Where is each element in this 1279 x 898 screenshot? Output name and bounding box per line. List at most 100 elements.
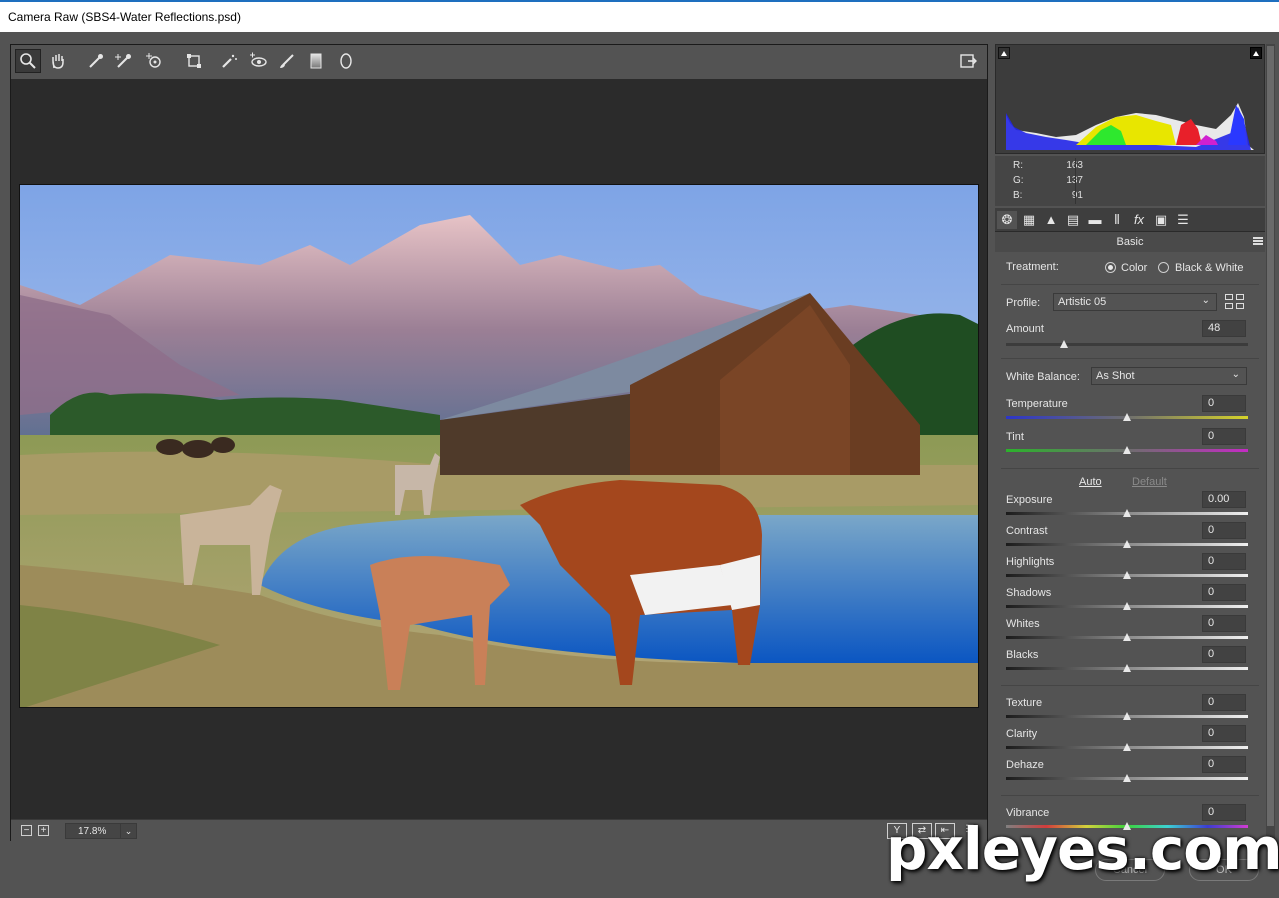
profile-browser-icon[interactable] (1225, 294, 1245, 310)
red-eye-tool-icon[interactable] (245, 49, 271, 73)
status-bar: − + 17.8% ⌄ Y ⇄ ⇤ ☰ (11, 819, 987, 841)
hand-tool-icon[interactable] (45, 49, 71, 73)
zoom-tool-icon[interactable] (15, 49, 41, 73)
contrast-slider-thumb[interactable] (1123, 540, 1131, 548)
white-balance-select[interactable]: As Shot ⌄ (1091, 367, 1247, 385)
image-preview[interactable] (19, 184, 979, 708)
zoom-in-button[interactable]: + (38, 825, 49, 836)
zoom-level-select[interactable]: 17.8% ⌄ (65, 823, 137, 839)
whites-field[interactable]: 0 (1202, 615, 1246, 632)
divider (1001, 468, 1259, 469)
shadow-clipping-warning-icon[interactable] (998, 47, 1010, 59)
contrast-field[interactable]: 0 (1202, 522, 1246, 539)
amount-slider-track[interactable] (1006, 343, 1248, 346)
green-readout: G:137 (1013, 175, 1083, 186)
adjustment-brush-tool-icon[interactable] (274, 49, 300, 73)
tab-basic-icon[interactable]: ❂ (997, 211, 1017, 229)
spot-removal-tool-icon[interactable] (216, 49, 242, 73)
readout-divider (1075, 158, 1076, 204)
tab-effects-icon[interactable]: fx (1129, 211, 1149, 229)
tint-slider-thumb[interactable] (1123, 446, 1131, 454)
white-balance-label: White Balance: (1006, 371, 1080, 383)
red-readout: R:163 (1013, 160, 1083, 171)
amount-label: Amount (1006, 323, 1044, 335)
amount-field[interactable]: 48 (1202, 320, 1246, 337)
temperature-label: Temperature (1006, 398, 1068, 410)
highlight-clipping-warning-icon[interactable] (1250, 47, 1262, 59)
exposure-slider-thumb[interactable] (1123, 509, 1131, 517)
profile-label: Profile: (1006, 297, 1041, 309)
shadows-slider-thumb[interactable] (1123, 602, 1131, 610)
panel-tabs: ❂ ▦ ▲ ▤ ▬ ⦀ fx ▣ ☰ (995, 208, 1265, 232)
graduated-filter-tool-icon[interactable] (303, 49, 329, 73)
adjustments-panel: R:163 G:137 B:91 ❂ ▦ ▲ ▤ ▬ ⦀ fx ▣ ☰ Basi… (993, 44, 1275, 841)
rgb-readout: R:163 G:137 B:91 (995, 156, 1265, 206)
profile-value: Artistic 05 (1058, 296, 1107, 308)
transform-tool-icon[interactable] (181, 49, 207, 73)
divider (1001, 358, 1259, 359)
tool-bar (11, 45, 987, 79)
shadows-field[interactable]: 0 (1202, 584, 1246, 601)
temperature-slider-thumb[interactable] (1123, 413, 1131, 421)
color-sampler-tool-icon[interactable] (111, 49, 137, 73)
chevron-down-icon: ⌄ (120, 824, 136, 838)
white-balance-value: As Shot (1096, 370, 1135, 382)
divider (1001, 685, 1259, 686)
preview-image (20, 185, 978, 707)
tint-field[interactable]: 0 (1202, 428, 1246, 445)
texture-label: Texture (1006, 697, 1043, 709)
tab-split-toning-icon[interactable]: ▬ (1085, 211, 1105, 229)
divider (1001, 284, 1259, 285)
clarity-label: Clarity (1006, 728, 1038, 740)
dehaze-field[interactable]: 0 (1202, 756, 1246, 773)
watermark: pxleyes.com (886, 815, 1279, 883)
blacks-field[interactable]: 0 (1202, 646, 1246, 663)
radial-filter-tool-icon[interactable] (333, 49, 359, 73)
tab-calibration-icon[interactable]: ▣ (1151, 211, 1171, 229)
treatment-bw-radio[interactable] (1158, 262, 1169, 273)
tab-presets-icon[interactable]: ☰ (1173, 211, 1193, 229)
tab-tone-curve-icon[interactable]: ▦ (1019, 211, 1039, 229)
window-titlebar: Camera Raw (SBS4-Water Reflections.psd) (0, 0, 1279, 32)
open-preferences-icon[interactable] (955, 49, 981, 73)
dehaze-slider-thumb[interactable] (1123, 774, 1131, 782)
window-title: Camera Raw (SBS4-Water Reflections.psd) (8, 10, 241, 24)
blacks-slider-thumb[interactable] (1123, 664, 1131, 672)
amount-slider-thumb[interactable] (1060, 340, 1069, 348)
tab-hsl-icon[interactable]: ▤ (1063, 211, 1083, 229)
profile-select[interactable]: Artistic 05 ⌄ (1053, 293, 1217, 311)
highlights-field[interactable]: 0 (1202, 553, 1246, 570)
contrast-label: Contrast (1006, 525, 1048, 537)
blacks-label: Blacks (1006, 649, 1039, 661)
dehaze-label: Dehaze (1006, 759, 1044, 771)
texture-field[interactable]: 0 (1202, 694, 1246, 711)
zoom-out-button[interactable]: − (21, 825, 32, 836)
preview-pane: − + 17.8% ⌄ Y ⇄ ⇤ ☰ (10, 44, 988, 841)
tab-lens-corrections-icon[interactable]: ⦀ (1107, 211, 1127, 229)
exposure-label: Exposure (1006, 494, 1053, 506)
panel-title: Basic (995, 232, 1265, 252)
treatment-color-label: Color (1121, 262, 1148, 274)
default-link[interactable]: Default (1132, 476, 1167, 488)
panel-scrollbar[interactable] (1266, 44, 1275, 841)
highlights-label: Highlights (1006, 556, 1055, 568)
clarity-field[interactable]: 0 (1202, 725, 1246, 742)
whites-label: Whites (1006, 618, 1040, 630)
texture-slider-thumb[interactable] (1123, 712, 1131, 720)
targeted-adjustment-tool-icon[interactable] (141, 49, 167, 73)
whites-slider-thumb[interactable] (1123, 633, 1131, 641)
panel-menu-icon[interactable] (1253, 237, 1263, 245)
temperature-field[interactable]: 0 (1202, 395, 1246, 412)
highlights-slider-thumb[interactable] (1123, 571, 1131, 579)
histogram (995, 44, 1265, 154)
treatment-label: Treatment: (1006, 261, 1059, 273)
zoom-level-value: 17.8% (78, 826, 107, 837)
exposure-field[interactable]: 0.00 (1202, 491, 1246, 508)
clarity-slider-thumb[interactable] (1123, 743, 1131, 751)
chevron-down-icon: ⌄ (1201, 295, 1210, 306)
treatment-color-radio[interactable] (1105, 262, 1116, 273)
panel-scrollbar-thumb[interactable] (1267, 46, 1274, 826)
auto-link[interactable]: Auto (1079, 476, 1102, 488)
tab-detail-icon[interactable]: ▲ (1041, 211, 1061, 229)
white-balance-tool-icon[interactable] (83, 49, 109, 73)
